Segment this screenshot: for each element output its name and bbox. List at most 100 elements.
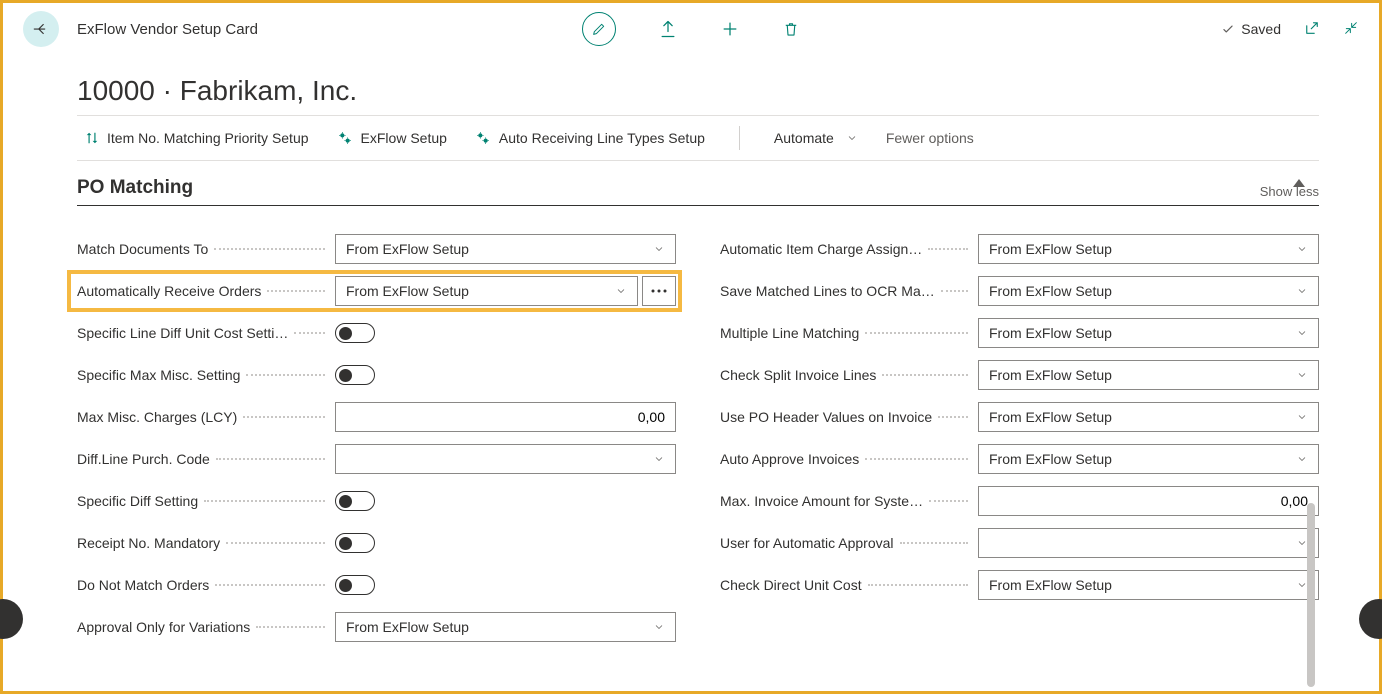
check-direct-select[interactable]: From ExFlow Setup — [978, 570, 1319, 600]
approval-only-select[interactable]: From ExFlow Setup — [335, 612, 676, 642]
field-label: Approval Only for Variations — [77, 619, 250, 635]
specific-diff-toggle[interactable] — [335, 491, 375, 511]
share-button[interactable] — [658, 19, 678, 39]
field-label: Check Split Invoice Lines — [720, 367, 876, 383]
save-matched-select[interactable]: From ExFlow Setup — [978, 276, 1319, 306]
field-label: Receipt No. Mandatory — [77, 535, 220, 551]
max-misc-input[interactable] — [335, 402, 676, 432]
chevron-down-icon — [1296, 453, 1308, 465]
field-label: Check Direct Unit Cost — [720, 577, 862, 593]
specific-line-diff-toggle[interactable] — [335, 323, 375, 343]
left-column: Match Documents To From ExFlow Setup Aut… — [77, 234, 676, 654]
field-specific-max-misc: Specific Max Misc. Setting — [77, 360, 676, 390]
gears-icon — [337, 130, 353, 146]
field-do-not-match-orders: Do Not Match Orders — [77, 570, 676, 600]
action-auto-receiving[interactable]: Auto Receiving Line Types Setup — [475, 130, 705, 146]
divider — [739, 126, 740, 150]
back-button[interactable] — [23, 11, 59, 47]
action-exflow-setup[interactable]: ExFlow Setup — [337, 130, 447, 146]
field-user-auto-approval: User for Automatic Approval — [720, 528, 1319, 558]
field-max-misc-charges: Max Misc. Charges (LCY) — [77, 402, 676, 432]
field-label: Specific Diff Setting — [77, 493, 198, 509]
chevron-down-icon — [653, 621, 665, 633]
trash-icon — [782, 19, 800, 39]
field-label: Automatically Receive Orders — [77, 283, 261, 299]
field-label: Max Misc. Charges (LCY) — [77, 409, 237, 425]
chevron-down-icon — [615, 285, 627, 297]
auto-approve-select[interactable]: From ExFlow Setup — [978, 444, 1319, 474]
select-value: From ExFlow Setup — [989, 283, 1112, 299]
field-auto-approve-invoices: Auto Approve Invoices From ExFlow Setup — [720, 444, 1319, 474]
saved-status: Saved — [1221, 21, 1281, 37]
select-value: From ExFlow Setup — [346, 619, 469, 635]
edit-button[interactable] — [582, 12, 616, 46]
check-split-select[interactable]: From ExFlow Setup — [978, 360, 1319, 390]
auto-receive-select[interactable]: From ExFlow Setup — [335, 276, 638, 306]
chevron-down-icon — [1296, 243, 1308, 255]
show-less-link[interactable]: Show less — [1260, 184, 1319, 199]
action-automate[interactable]: Automate — [774, 130, 858, 146]
field-diff-line-purch-code: Diff.Line Purch. Code — [77, 444, 676, 474]
field-use-po-header: Use PO Header Values on Invoice From ExF… — [720, 402, 1319, 432]
field-label: Specific Line Diff Unit Cost Setti… — [77, 325, 288, 341]
field-auto-receive-orders: Automatically Receive Orders From ExFlow… — [77, 276, 676, 306]
collapse-icon — [1343, 20, 1359, 36]
field-label: Diff.Line Purch. Code — [77, 451, 210, 467]
section-title: PO Matching — [77, 177, 193, 199]
header-bar: ExFlow Vendor Setup Card Saved — [3, 3, 1379, 55]
diff-line-select[interactable] — [335, 444, 676, 474]
fields-columns: Match Documents To From ExFlow Setup Aut… — [77, 234, 1319, 654]
action-label: Item No. Matching Priority Setup — [107, 130, 309, 146]
popout-icon — [1303, 19, 1321, 37]
field-label: Save Matched Lines to OCR Ma… — [720, 283, 935, 299]
action-label: Auto Receiving Line Types Setup — [499, 130, 705, 146]
chevron-down-icon — [1296, 411, 1308, 423]
do-not-match-toggle[interactable] — [335, 575, 375, 595]
scroll-up-indicator — [1293, 179, 1305, 187]
field-multiple-line-matching: Multiple Line Matching From ExFlow Setup — [720, 318, 1319, 348]
use-po-header-select[interactable]: From ExFlow Setup — [978, 402, 1319, 432]
select-value: From ExFlow Setup — [989, 577, 1112, 593]
auto-receive-more-button[interactable] — [642, 276, 676, 306]
action-label: Fewer options — [886, 130, 974, 146]
content-area: 10000 · Fabrikam, Inc. Item No. Matching… — [3, 75, 1379, 654]
select-value: From ExFlow Setup — [989, 451, 1112, 467]
field-receipt-no-mandatory: Receipt No. Mandatory — [77, 528, 676, 558]
chevron-down-icon — [1296, 285, 1308, 297]
chevron-down-icon — [1296, 327, 1308, 339]
arrow-left-icon — [32, 20, 50, 38]
plus-icon — [720, 19, 740, 39]
page-title: 10000 · Fabrikam, Inc. — [77, 75, 1319, 107]
popout-button[interactable] — [1303, 19, 1321, 40]
specific-max-misc-toggle[interactable] — [335, 365, 375, 385]
chevron-down-icon — [653, 453, 665, 465]
match-documents-select[interactable]: From ExFlow Setup — [335, 234, 676, 264]
breadcrumb: ExFlow Vendor Setup Card — [77, 21, 258, 38]
field-label: User for Automatic Approval — [720, 535, 894, 551]
chevron-down-icon — [846, 132, 858, 144]
receipt-no-toggle[interactable] — [335, 533, 375, 553]
auto-item-charge-select[interactable]: From ExFlow Setup — [978, 234, 1319, 264]
multi-line-select[interactable]: From ExFlow Setup — [978, 318, 1319, 348]
field-check-direct-unit-cost: Check Direct Unit Cost From ExFlow Setup — [720, 570, 1319, 600]
user-auto-select[interactable] — [978, 528, 1319, 558]
pencil-icon — [591, 21, 607, 37]
field-match-documents-to: Match Documents To From ExFlow Setup — [77, 234, 676, 264]
select-value: From ExFlow Setup — [346, 241, 469, 257]
action-item-no-matching[interactable]: Item No. Matching Priority Setup — [85, 130, 309, 146]
select-value: From ExFlow Setup — [989, 241, 1112, 257]
field-label: Use PO Header Values on Invoice — [720, 409, 932, 425]
action-fewer-options[interactable]: Fewer options — [886, 130, 974, 146]
field-label: Automatic Item Charge Assign… — [720, 241, 922, 257]
right-status: Saved — [1221, 19, 1359, 40]
new-button[interactable] — [720, 19, 740, 39]
max-invoice-input[interactable] — [978, 486, 1319, 516]
field-specific-diff: Specific Diff Setting — [77, 486, 676, 516]
delete-button[interactable] — [782, 19, 800, 39]
action-label: Automate — [774, 130, 834, 146]
right-column: Automatic Item Charge Assign… From ExFlo… — [720, 234, 1319, 654]
check-icon — [1221, 22, 1235, 36]
collapse-button[interactable] — [1343, 20, 1359, 39]
scrollbar[interactable] — [1307, 503, 1315, 687]
select-value: From ExFlow Setup — [989, 409, 1112, 425]
